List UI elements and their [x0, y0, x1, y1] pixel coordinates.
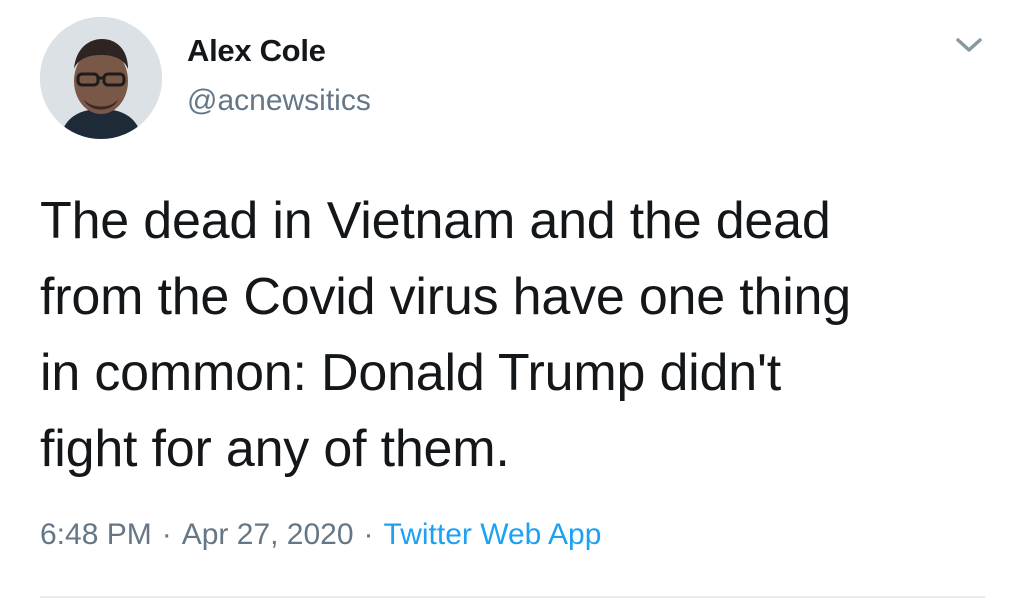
meta-separator: ·	[161, 518, 172, 551]
tweet-text: The dead in Vietnam and the dead from th…	[40, 183, 1000, 487]
divider	[40, 596, 985, 598]
tweet-card: Alex Cole @acnewsitics The dead in Vietn…	[0, 0, 1025, 600]
tweet-date[interactable]: Apr 27, 2020	[182, 518, 354, 551]
author-display-name[interactable]: Alex Cole	[187, 33, 326, 69]
tweet-text-line: from the Covid virus have one thing	[40, 268, 851, 326]
tweet-source-link[interactable]: Twitter Web App	[384, 518, 602, 551]
meta-separator: ·	[363, 518, 374, 551]
tweet-text-line: in common: Donald Trump didn't	[40, 344, 781, 402]
avatar-photo-icon	[40, 17, 162, 139]
tweet-meta: 6:48 PM · Apr 27, 2020 · Twitter Web App	[40, 518, 601, 552]
tweet-text-line: The dead in Vietnam and the dead	[40, 192, 831, 250]
author-handle[interactable]: @acnewsitics	[187, 84, 371, 118]
chevron-down-icon[interactable]	[950, 30, 988, 60]
tweet-text-line: fight for any of them.	[40, 420, 510, 478]
tweet-time[interactable]: 6:48 PM	[40, 518, 152, 551]
author-avatar[interactable]	[40, 17, 162, 139]
